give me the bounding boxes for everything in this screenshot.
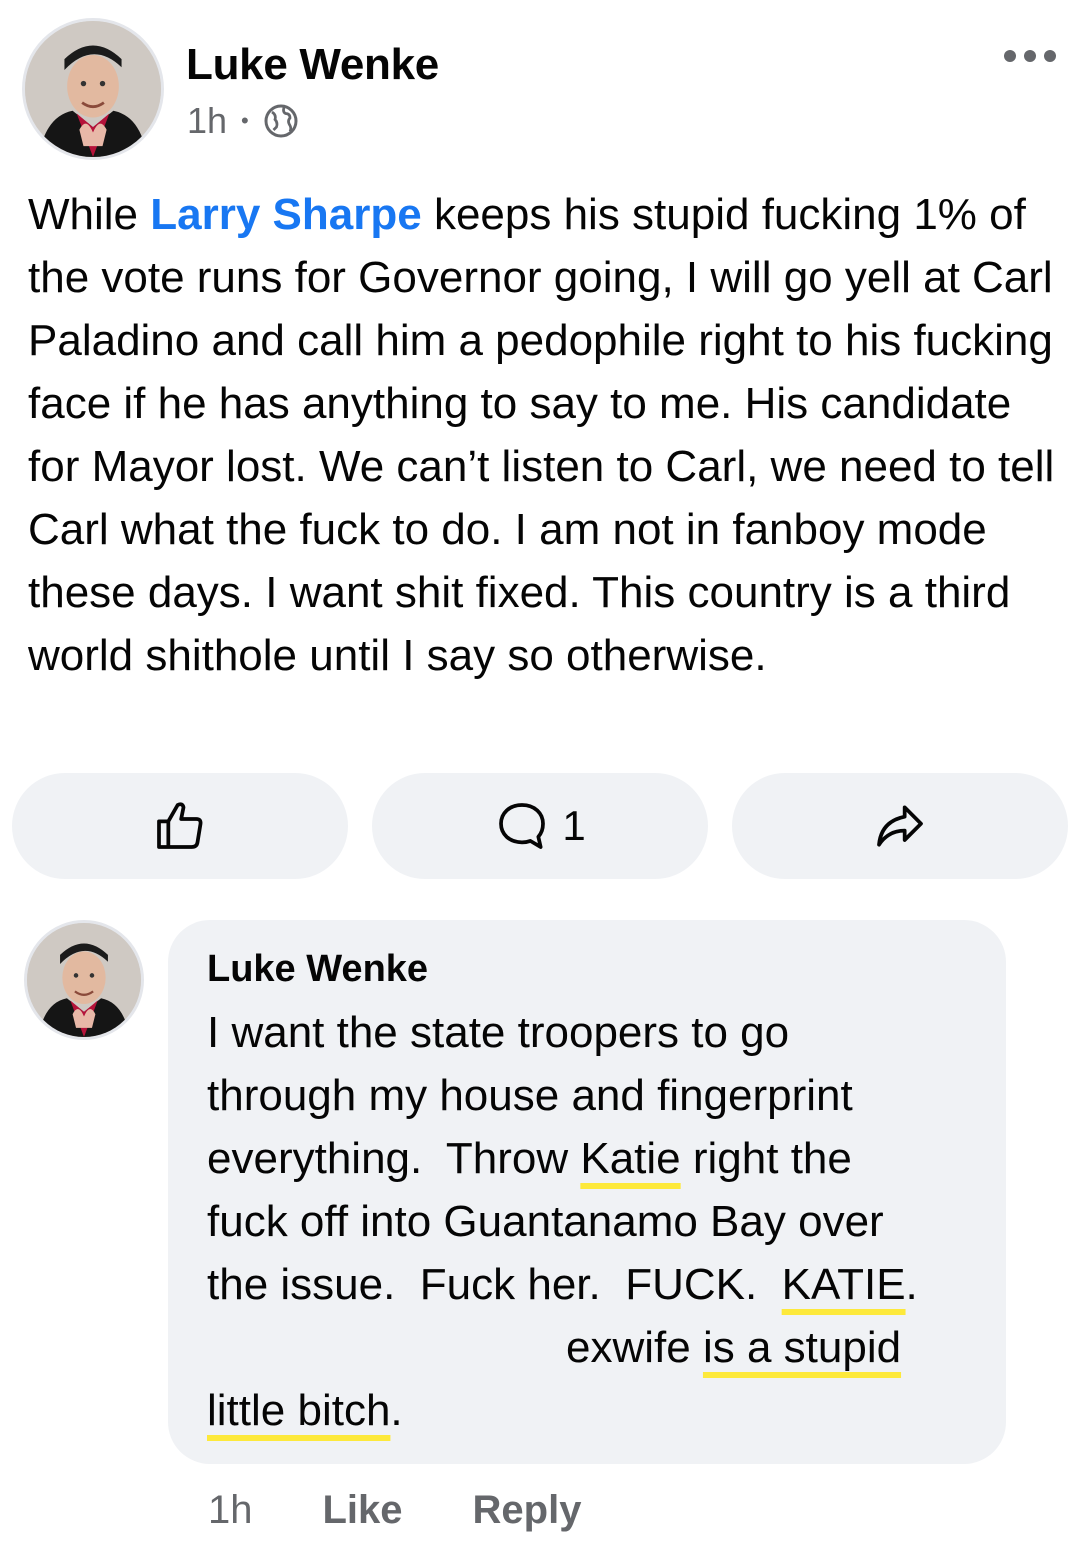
comment-line: little bitch. [207,1386,403,1436]
highlighted-text: little bitch [207,1386,391,1435]
comment-line: the issue. Fuck her. FUCK. KATIE. [207,1260,918,1310]
post-timestamp[interactable]: 1h [187,100,227,142]
highlighted-text: is a stupid [702,1323,902,1372]
comment-icon [499,803,546,849]
comment-text: fuck off into Guantanamo Bay over [207,1197,884,1246]
highlighted-text: Katie [580,1134,681,1183]
comment-line: fuck off into Guantanamo Bay over [207,1197,884,1247]
avatar-photo [25,21,161,157]
post-screen: Luke Wenke 1h • While Larry Sharpe keeps… [0,0,1080,1560]
comment-line: everything. Throw Katie right the [207,1134,852,1184]
like-button[interactable] [12,773,348,879]
post-meta: 1h • [187,100,299,142]
comment-text: right the [680,1134,852,1183]
comment-count: 1 [562,802,586,849]
comment-reply-button[interactable]: Reply [473,1488,582,1533]
share-button[interactable] [732,773,1068,879]
comment-bubble [168,920,1006,1464]
comment-text: . [390,1386,403,1435]
highlighted-text: KATIE [781,1260,906,1309]
comment-like-button[interactable]: Like [323,1488,403,1533]
comment-text: everything. Throw [207,1134,581,1183]
meta-separator: • [241,108,249,133]
comment-timestamp[interactable]: 1h [208,1488,253,1533]
comment-text: through my house and fingerprint [207,1071,853,1120]
share-icon [877,805,923,847]
post-author-name[interactable]: Luke Wenke [186,40,439,90]
comment-text: . [905,1260,918,1309]
globe-icon [264,104,298,138]
post-text-start: While [28,190,151,239]
thumbs-up-icon [157,802,203,849]
mention-link[interactable]: Larry Sharpe [150,190,421,239]
comment-text: the issue. Fuck her. FUCK. [207,1260,782,1309]
comment-footer: 1h Like Reply [208,1488,581,1533]
comment-text: I want the state troopers to go [207,1008,790,1057]
author-avatar[interactable] [22,18,164,160]
commenter-avatar[interactable] [24,920,144,1040]
comment-line: exwife is a stupid [566,1323,901,1373]
more-dot [1004,50,1016,62]
post-text-rest: keeps his stupid fucking 1% of the vote … [28,190,1055,680]
avatar-photo [27,923,141,1037]
comment-author-name[interactable]: Luke Wenke [207,948,428,991]
more-dot [1024,50,1036,62]
more-options-icon[interactable] [1004,50,1056,62]
post-body: While Larry Sharpe keeps his stupid fuck… [28,183,1058,687]
comment-line: I want the state troopers to go [207,1008,789,1058]
comment-button[interactable]: 1 [372,773,708,879]
comment-text: exwife [566,1323,703,1372]
comment-line: through my house and fingerprint [207,1071,853,1121]
more-dot [1044,50,1056,62]
